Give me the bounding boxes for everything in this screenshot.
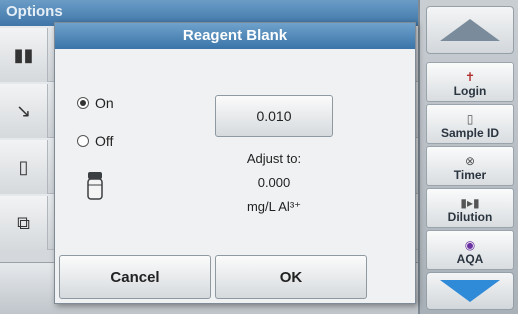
radio-off[interactable] <box>77 135 89 147</box>
radio-on[interactable] <box>77 97 89 109</box>
sample-vial-icon: ▯ <box>466 112 474 126</box>
vial-icon: ▯ <box>0 140 48 194</box>
copy-icon: ⧉ <box>0 196 48 250</box>
adjust-value: 0.000 <box>257 175 291 190</box>
option-off-label: Off <box>95 133 114 149</box>
dilution-button[interactable]: ▮▸▮ Dilution <box>426 188 514 228</box>
triangle-down-icon <box>440 280 500 302</box>
sidebar: ✝ Login ▯ Sample ID ⊗ Timer ▮▸▮ Dilution… <box>418 0 518 314</box>
timer-label: Timer <box>453 168 487 182</box>
vial-icon <box>85 171 105 206</box>
sample-id-label: Sample ID <box>440 126 500 140</box>
unit-label: mg/L Al³⁺ <box>246 199 302 214</box>
blank-value-field[interactable]: 0.010 <box>215 95 333 137</box>
dilution-label: Dilution <box>447 210 493 224</box>
scroll-down-button[interactable] <box>426 272 514 310</box>
option-off[interactable]: Off <box>77 133 113 149</box>
aqa-icon: ◉ <box>464 238 476 252</box>
scroll-up-button[interactable] <box>426 6 514 54</box>
triangle-up-icon <box>440 19 500 41</box>
option-on-label: On <box>95 95 114 111</box>
graph-icon: ↘ <box>0 84 48 138</box>
dilution-icon: ▮▸▮ <box>460 196 480 210</box>
person-icon: ✝ <box>464 70 476 84</box>
sample-id-button[interactable]: ▯ Sample ID <box>426 104 514 144</box>
cancel-button[interactable]: Cancel <box>59 255 211 299</box>
timer-button[interactable]: ⊗ Timer <box>426 146 514 186</box>
aqa-button[interactable]: ◉ AQA <box>426 230 514 270</box>
ok-button[interactable]: OK <box>215 255 367 299</box>
dialog-title: Reagent Blank <box>55 23 415 49</box>
login-label: Login <box>453 84 487 98</box>
aqa-label: AQA <box>456 252 484 266</box>
reagent-blank-dialog: Reagent Blank On Off 0.010 Adjust to: 0.… <box>54 22 416 304</box>
adjust-label: Adjust to: <box>246 151 302 166</box>
sample-cells-icon: ▮▮ <box>0 28 48 82</box>
timer-icon: ⊗ <box>464 154 476 168</box>
login-button[interactable]: ✝ Login <box>426 62 514 102</box>
option-on[interactable]: On <box>77 95 114 111</box>
